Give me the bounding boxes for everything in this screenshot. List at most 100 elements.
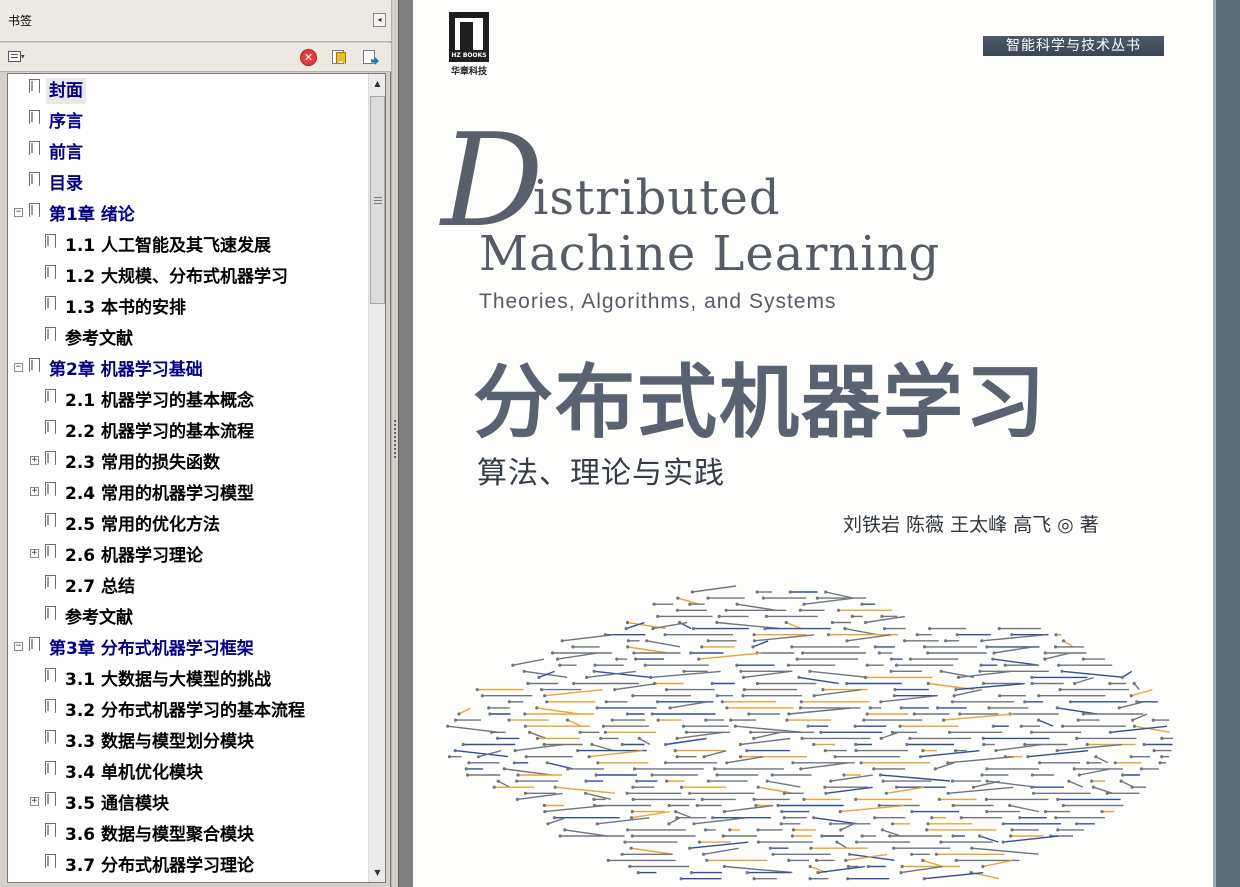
bookmark-item[interactable]: 封面 <box>8 76 368 107</box>
scroll-down-button[interactable]: ▼ <box>369 864 385 881</box>
circuit-trace <box>693 817 747 825</box>
panel-splitter[interactable] <box>391 0 399 887</box>
circuit-illustration <box>446 585 1173 881</box>
bookmark-item[interactable]: 1.2 大规模、分布式机器学习 <box>8 262 368 293</box>
circuit-node <box>908 736 912 740</box>
circuit-node <box>447 755 452 759</box>
circuit-node <box>991 657 995 661</box>
scroll-up-button[interactable]: ▲ <box>369 75 385 92</box>
bookmark-item[interactable]: 目录 <box>8 169 368 200</box>
circuit-trace <box>646 640 681 648</box>
circuit-node <box>782 816 786 820</box>
expand-toggle[interactable]: + <box>30 797 39 806</box>
circuit-node <box>610 718 614 722</box>
bookmark-item[interactable]: +3.5 通信模块 <box>8 789 368 820</box>
circuit-node <box>845 639 849 643</box>
options-menu-button[interactable]: ▾ <box>8 51 34 65</box>
circuit-trace <box>597 817 650 825</box>
circuit-node <box>735 602 739 606</box>
bookmark-item[interactable]: 前言 <box>8 138 368 169</box>
bookmark-item[interactable]: − 第3章 分布式机器学习框架 <box>8 634 368 665</box>
bookmark-page-icon <box>45 234 56 248</box>
bookmark-item[interactable]: 参考文献 <box>8 324 368 355</box>
circuit-node <box>756 828 760 832</box>
bookmark-item[interactable]: − 第1章 绪论 <box>8 200 368 231</box>
bookmark-item[interactable]: 1.3 本书的安排 <box>8 293 368 324</box>
circuit-node <box>636 871 640 875</box>
circuit-node <box>742 675 746 679</box>
bookmark-item[interactable]: +2.4 常用的机器学习模型 <box>8 479 368 510</box>
circuit-node <box>755 590 759 594</box>
bookmark-label: 3.1 大数据与大模型的挑战 <box>65 670 272 690</box>
circuit-node <box>776 803 780 808</box>
bookmark-item[interactable]: +2.6 机器学习理论 <box>8 541 368 572</box>
circuit-node <box>994 749 998 753</box>
circuit-node <box>1001 840 1005 844</box>
collapse-toggle[interactable]: − <box>14 642 23 651</box>
tree-scrollbar[interactable]: ▲ ▼ <box>368 74 385 882</box>
circuit-node <box>565 718 570 722</box>
circuit-trace <box>724 865 793 874</box>
circuit-node <box>684 730 688 734</box>
delete-bookmark-button[interactable]: ✕ <box>300 49 317 66</box>
circuit-node <box>868 706 872 710</box>
circuit-node <box>735 663 739 667</box>
bookmark-label: 封面 <box>46 78 86 104</box>
circuit-node <box>466 773 470 777</box>
circuit-node <box>1009 834 1013 838</box>
circuit-node <box>937 797 941 801</box>
bookmark-item[interactable]: 3.4 单机优化模块 <box>8 758 368 789</box>
circuit-trace <box>886 786 924 794</box>
circuit-node <box>877 651 881 655</box>
bookmark-item[interactable]: 1.1 人工智能及其飞速发展 <box>8 231 368 262</box>
collapse-panel-button[interactable]: ◂ <box>373 13 386 27</box>
bookmark-item[interactable]: 2.7 总结 <box>8 572 368 603</box>
circuit-trace <box>788 707 852 715</box>
circuit-trace <box>825 786 873 794</box>
circuit-trace <box>726 756 764 764</box>
bookmark-item[interactable]: 参考文献 <box>8 603 368 634</box>
bookmark-item[interactable]: 2.1 机器学习的基本概念 <box>8 386 368 417</box>
bookmark-item[interactable]: 2.5 常用的优化方法 <box>8 510 368 541</box>
expand-bookmark-button[interactable] <box>362 49 379 66</box>
bookmark-item[interactable]: 3.7 分布式机器学习理论 <box>8 851 368 882</box>
circuit-node <box>1160 736 1164 740</box>
expand-toggle[interactable]: + <box>30 456 39 465</box>
circuit-trace <box>652 621 688 630</box>
bookmark-item[interactable]: 3.1 大数据与大模型的挑战 <box>8 665 368 696</box>
circuit-trace <box>813 817 857 825</box>
bookmark-item[interactable]: 3.2 分布式机器学习的基本流程 <box>8 696 368 727</box>
circuit-node <box>882 627 887 631</box>
expand-toggle[interactable]: + <box>30 549 39 558</box>
scroll-thumb[interactable] <box>370 96 385 304</box>
bookmark-item[interactable]: +2.3 常用的损失函数 <box>8 448 368 479</box>
circuit-trace <box>924 872 984 880</box>
circuit-node <box>855 840 859 844</box>
book-spine-edge <box>1213 0 1240 887</box>
circuit-trace <box>982 859 1013 868</box>
circuit-node <box>905 742 909 747</box>
circuit-node <box>496 779 500 783</box>
bookmark-item[interactable]: 2.2 机器学习的基本流程 <box>8 417 368 448</box>
circuit-node <box>987 706 991 710</box>
collapse-toggle[interactable]: − <box>14 363 23 372</box>
bookmark-item[interactable]: 3.3 数据与模型划分模块 <box>8 727 368 758</box>
circuit-node <box>910 810 914 814</box>
new-bookmark-button[interactable] <box>331 49 348 66</box>
circuit-node <box>752 633 756 637</box>
bookmark-item[interactable]: 3.6 数据与模型聚合模块 <box>8 820 368 851</box>
circuit-node <box>979 663 983 667</box>
circuit-node <box>630 816 634 820</box>
circuit-node <box>1043 810 1048 814</box>
expand-toggle[interactable]: + <box>30 487 39 496</box>
circuit-node <box>665 779 669 783</box>
circuit-node <box>1056 828 1060 832</box>
circuit-node <box>584 779 588 783</box>
circuit-node <box>546 822 550 826</box>
bookmark-item[interactable]: 序言 <box>8 107 368 138</box>
circuit-trace <box>544 804 606 813</box>
circuit-node <box>467 761 471 765</box>
collapse-toggle[interactable]: − <box>14 208 23 217</box>
circuit-node <box>854 797 858 801</box>
bookmark-item[interactable]: − 第2章 机器学习基础 <box>8 355 368 386</box>
